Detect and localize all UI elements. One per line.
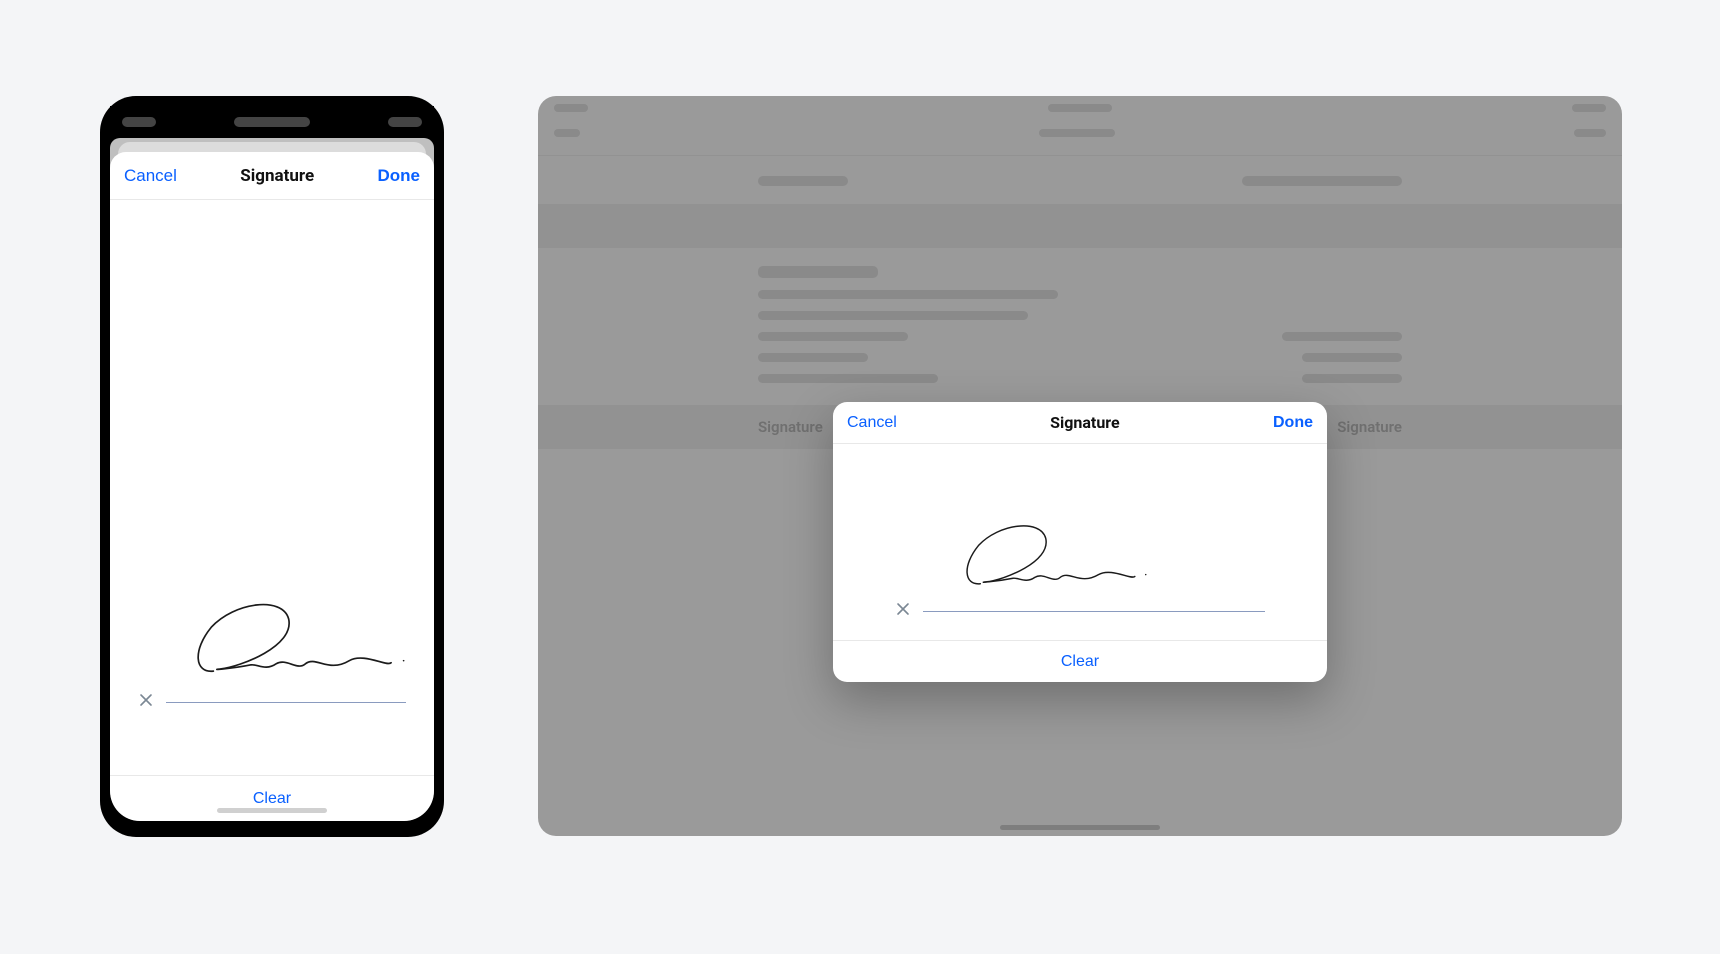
- cancel-button[interactable]: Cancel: [847, 414, 897, 432]
- modal-title: Signature: [1050, 413, 1119, 432]
- tablet-toolbar: [538, 120, 1622, 156]
- done-button[interactable]: Done: [378, 166, 421, 186]
- x-mark-icon: [895, 600, 911, 620]
- content-text-placeholder: [758, 290, 1058, 299]
- home-indicator: [217, 808, 327, 813]
- status-time-placeholder: [554, 104, 588, 112]
- content-text-placeholder: [1302, 374, 1402, 383]
- content-value-placeholder: [1242, 176, 1402, 186]
- cancel-button[interactable]: Cancel: [124, 166, 177, 186]
- clear-button[interactable]: Clear: [253, 790, 291, 808]
- content-label-placeholder: [758, 176, 848, 186]
- signature-canvas[interactable]: [110, 200, 434, 775]
- content-text-placeholder: [758, 353, 868, 362]
- done-button[interactable]: Done: [1273, 414, 1313, 432]
- content-text-placeholder: [1302, 353, 1402, 362]
- content-text-placeholder: [1282, 332, 1402, 341]
- status-center-placeholder: [1048, 104, 1112, 112]
- signature-modal: Cancel Signature Done Clear: [833, 402, 1327, 682]
- signature-label-left: Signature: [758, 418, 823, 436]
- signature-sheet: Cancel Signature Done Clear: [110, 152, 434, 821]
- status-time-placeholder: [122, 117, 156, 127]
- sheet-nav-bar: Cancel Signature Done: [110, 152, 434, 200]
- toolbar-left-placeholder: [554, 129, 580, 137]
- clear-button[interactable]: Clear: [1061, 653, 1099, 671]
- clear-bar: Clear: [833, 640, 1327, 682]
- sheet-title: Signature: [240, 166, 314, 186]
- home-indicator: [1000, 825, 1160, 830]
- content-text-placeholder: [758, 332, 908, 341]
- signature-stroke: [953, 516, 1153, 606]
- signature-canvas[interactable]: [833, 444, 1327, 640]
- toolbar-right-placeholder: [1574, 129, 1606, 137]
- signature-baseline-row: [895, 600, 1265, 612]
- tablet-device-frame: Signature Signature Cancel Signature Don…: [538, 96, 1622, 836]
- tablet-status-bar: [538, 96, 1622, 120]
- content-section-strip: [538, 204, 1622, 248]
- clear-bar: Clear: [110, 775, 434, 821]
- signature-baseline: [923, 611, 1265, 612]
- status-indicators-placeholder: [1572, 104, 1606, 112]
- content-header-row: [758, 176, 1402, 186]
- content-heading-placeholder: [758, 266, 878, 278]
- toolbar-title-placeholder: [1039, 129, 1115, 137]
- signature-baseline-row: [138, 691, 406, 703]
- dynamic-island: [234, 117, 310, 127]
- phone-device-frame: Cancel Signature Done Clear: [100, 96, 444, 837]
- content-text-placeholder: [758, 374, 938, 383]
- modal-nav-bar: Cancel Signature Done: [833, 402, 1327, 444]
- signature-label-right: Signature: [1337, 418, 1402, 436]
- status-indicators-placeholder: [388, 117, 422, 127]
- phone-screen: Cancel Signature Done Clear: [110, 138, 434, 821]
- x-mark-icon: [138, 691, 154, 711]
- content-text-placeholder: [758, 311, 1028, 320]
- signature-stroke: [182, 595, 412, 695]
- signature-baseline: [166, 702, 406, 703]
- phone-status-bar: [110, 106, 434, 138]
